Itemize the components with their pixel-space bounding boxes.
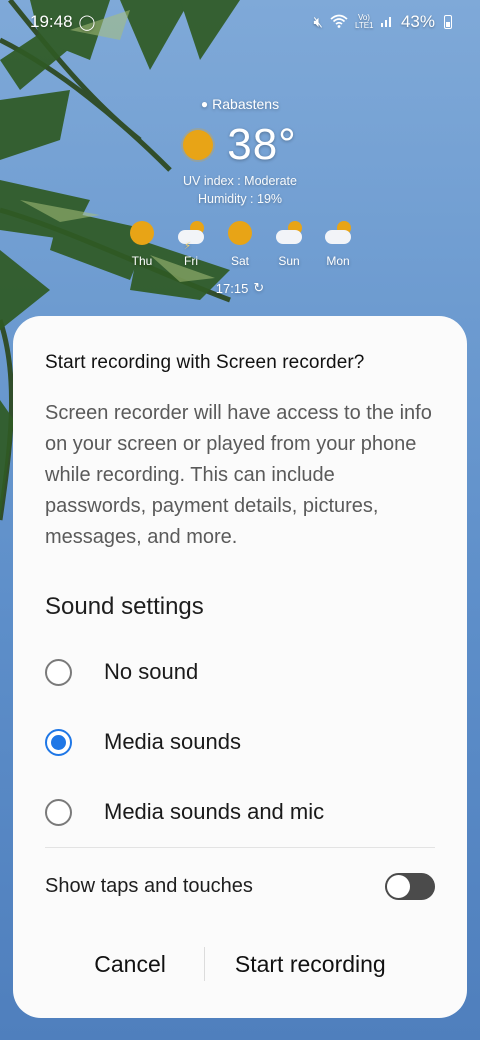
uv-index: UV index : Moderate (183, 174, 297, 188)
partly-cloudy-icon (325, 220, 351, 246)
radio-label: Media sounds and mic (104, 799, 325, 824)
forecast-day-label: Sun (278, 254, 300, 268)
signal-icon (380, 14, 394, 31)
sound-option-media-and-mic[interactable]: Media sounds and mic (45, 777, 435, 847)
updated-time: 17:15 (215, 280, 249, 296)
sun-icon (183, 130, 214, 160)
forecast-day-label: Sat (230, 254, 249, 268)
screen-recorder-dialog: Start recording with Screen recorder? Sc… (13, 316, 467, 1018)
show-taps-toggle[interactable] (385, 872, 435, 900)
toggle-knob (387, 874, 410, 898)
dialog-buttons: Cancel Start recording (13, 910, 467, 1018)
sun-icon (129, 220, 155, 246)
sun-icon (227, 220, 253, 246)
forecast-day: Sat (225, 220, 256, 268)
sound-option-media-sounds[interactable]: Media sounds (45, 707, 435, 777)
weather-updated[interactable]: 17:15 ↻ (0, 280, 480, 296)
battery-icon (444, 15, 452, 29)
button-divider (203, 947, 205, 981)
radio-button[interactable] (45, 658, 72, 686)
show-taps-label: Show taps and touches (45, 874, 253, 897)
mute-icon: 🔇︎ (313, 13, 323, 31)
sound-options: No sound Media sounds Media sounds and m… (45, 637, 435, 847)
partly-cloudy-icon (276, 220, 302, 246)
volte-lte-icon: Vo) LTE1 (354, 13, 374, 30)
forecast-day-label: Thu (131, 254, 153, 268)
sound-settings-title: Sound settings (45, 593, 204, 620)
whatsapp-icon: ◯ (78, 13, 96, 31)
temperature: 38° (227, 120, 297, 169)
forecast-day: ⚡ Fri (176, 220, 207, 268)
cancel-button[interactable]: Cancel (78, 941, 182, 988)
sound-option-no-sound[interactable]: No sound (45, 637, 435, 707)
weather-location: ● Rabastens (0, 96, 480, 112)
dialog-title: Start recording with Screen recorder? (45, 352, 365, 373)
radio-label: Media sounds (104, 729, 241, 754)
radio-label: No sound (104, 659, 199, 684)
start-recording-button[interactable]: Start recording (219, 941, 402, 988)
humidity: Humidity : 19% (197, 192, 283, 206)
weather-widget[interactable]: ● Rabastens 38° UV index : Moderate Humi… (0, 96, 480, 296)
forecast: Thu ⚡ Fri Sat Sun Mon (0, 220, 480, 268)
thunderstorm-icon: ⚡ (178, 220, 204, 252)
forecast-day: Mon (323, 220, 354, 268)
wifi-icon (330, 14, 348, 31)
radio-button-selected[interactable] (45, 728, 72, 756)
refresh-icon[interactable]: ↻ (253, 280, 264, 296)
location-pin-icon: ● (200, 97, 209, 111)
status-left: 19:48 ◯ (30, 12, 95, 32)
battery-percent: 43% (400, 12, 435, 31)
clock: 19:48 (30, 12, 73, 31)
forecast-day: Thu (127, 220, 158, 268)
status-right: 🔇︎ Vo) LTE1 43% (314, 12, 452, 32)
radio-button[interactable] (45, 798, 72, 826)
forecast-day-label: Mon (326, 254, 350, 268)
status-bar: 19:48 ◯ 🔇︎ Vo) LTE1 43% (0, 0, 480, 44)
forecast-day: Sun (274, 220, 305, 268)
forecast-day-label: Fri (184, 254, 198, 268)
weather-current: 38° (0, 120, 480, 170)
dialog-description: Screen recorder will have access to the … (45, 402, 432, 548)
location-name: Rabastens (212, 96, 280, 112)
